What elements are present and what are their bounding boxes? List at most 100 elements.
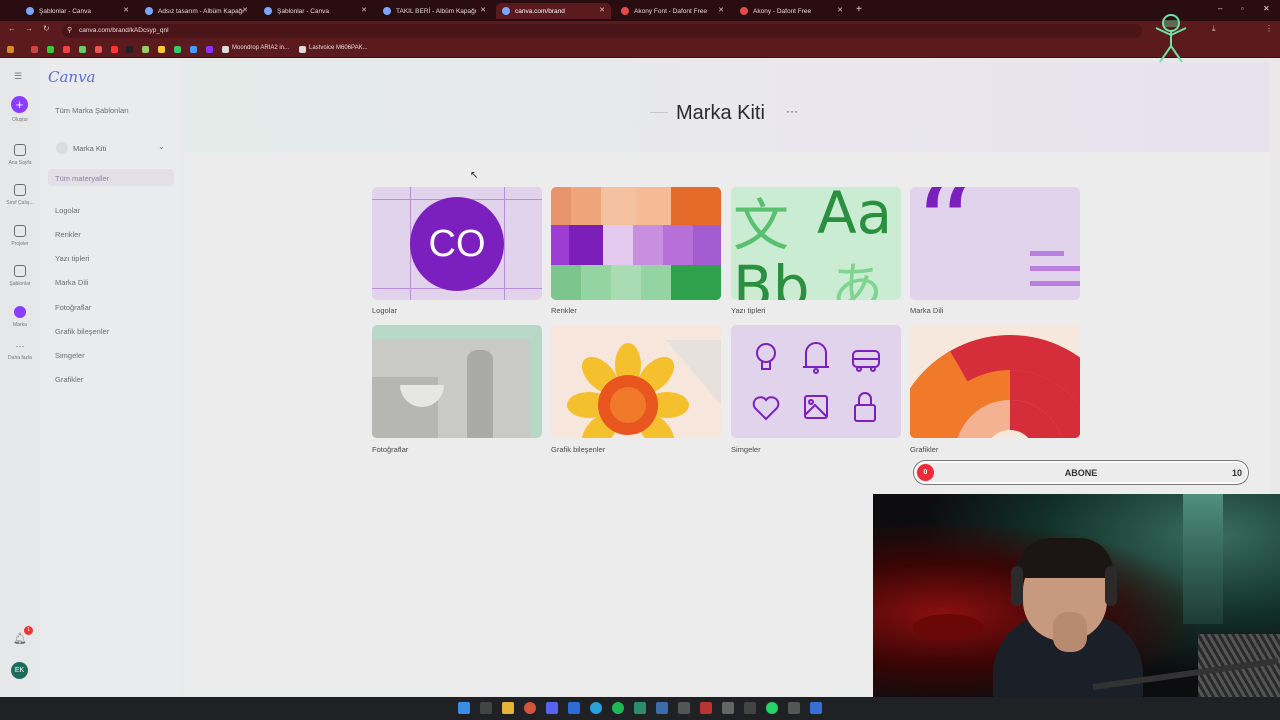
more-options-button[interactable]: ··· [786, 104, 798, 118]
app-icon[interactable] [810, 702, 822, 714]
graduation-cap-icon [14, 184, 26, 196]
card-colors[interactable] [551, 187, 721, 300]
chrome-icon[interactable] [524, 702, 536, 714]
nav-item-photos[interactable]: Fotoğraflar [55, 303, 91, 312]
tab-1[interactable]: Şablonlar - Canva ✕ [20, 3, 135, 19]
bookmark-icon[interactable] [158, 46, 165, 53]
bookmark-icon[interactable] [47, 46, 54, 53]
bookmark-icon[interactable] [142, 46, 149, 53]
tab-6[interactable]: Akony Font - Dafont Free ✕ [615, 3, 730, 19]
app-icon[interactable] [744, 702, 756, 714]
close-icon[interactable]: ✕ [718, 6, 724, 14]
windows-start-icon[interactable] [458, 702, 470, 714]
file-explorer-icon[interactable] [502, 702, 514, 714]
discord-icon[interactable] [546, 702, 558, 714]
card-graphic-elements[interactable] [551, 325, 721, 438]
spotify-icon[interactable] [612, 702, 624, 714]
menu-icon[interactable]: ⋮ [1265, 24, 1273, 33]
card-photos[interactable] [372, 325, 542, 438]
photo-vase [467, 350, 493, 438]
window-close-icon[interactable]: ✕ [1263, 4, 1270, 13]
close-icon[interactable]: ✕ [242, 6, 248, 14]
new-tab-icon[interactable]: + [856, 4, 862, 15]
nav-item-icons[interactable]: Simgeler [55, 351, 85, 360]
close-icon[interactable]: ✕ [480, 6, 486, 14]
card-icons[interactable] [731, 325, 901, 438]
bookmark-icon[interactable] [206, 46, 213, 53]
search-icon[interactable] [480, 702, 492, 714]
rail-item-projects[interactable]: Projeler [0, 225, 40, 247]
menu-toggle-icon[interactable]: ☰ [14, 71, 22, 82]
download-icon[interactable]: ⤓ [1212, 24, 1216, 34]
nav-item-graphic-elements[interactable]: Grafik bileşenler [55, 327, 109, 336]
nav-item-fonts[interactable]: Yazı tipleri [55, 254, 89, 263]
tab-4[interactable]: TAKIL BERİ - Albüm Kapağı ✕ [377, 3, 492, 19]
notifications-button[interactable]: 🔔︎ 1 [13, 626, 33, 645]
whatsapp-icon[interactable] [766, 702, 778, 714]
apps-icon[interactable] [7, 46, 14, 53]
url-field[interactable]: ⚲ canva.com/brand/kADcsyp_qnl [62, 24, 1142, 38]
notification-badge: 1 [24, 626, 33, 635]
chart-graphic [910, 335, 1080, 438]
card-logos[interactable]: CO [372, 187, 542, 300]
nav-item-brand-voice[interactable]: Marka Dili [55, 278, 88, 287]
app-icon[interactable] [700, 702, 712, 714]
avatar[interactable]: EK [11, 662, 28, 679]
rail-item-brand[interactable]: Marka [0, 306, 40, 328]
nav-item-logos[interactable]: Logolar [55, 206, 80, 215]
site-info-icon[interactable]: ⚲ [67, 26, 72, 34]
tab-3[interactable]: Şablonlar - Canva ✕ [258, 3, 373, 19]
mascot-icon [1155, 14, 1187, 63]
bookmark-icon[interactable] [95, 46, 102, 53]
tab-7[interactable]: Akony - Dafont Free ✕ [734, 3, 849, 19]
card-graphics[interactable] [910, 325, 1080, 438]
reload-icon[interactable]: ↻ [43, 24, 50, 33]
tab-5-active[interactable]: canva.com/brand ✕ [496, 3, 611, 19]
logo-circle: CO [410, 197, 504, 291]
brand-kit-select[interactable]: Marka Kiti ⌄ [48, 138, 172, 159]
bookmark-icon[interactable] [190, 46, 197, 53]
plus-icon: + [11, 96, 28, 113]
card-brand-voice[interactable]: “ [910, 187, 1080, 300]
nav-item-graphics[interactable]: Grafikler [55, 375, 83, 384]
bookmark-icon[interactable] [31, 46, 38, 53]
canva-logo[interactable]: Canva [48, 68, 96, 86]
app-icon[interactable] [788, 702, 800, 714]
bookmark-moondrop[interactable]: Moondrop ARIA2 in... [232, 45, 289, 51]
tab-2[interactable]: Adsız tasarım - Albüm Kapağı ✕ [139, 3, 254, 19]
close-icon[interactable]: ✕ [837, 6, 843, 14]
app-icon[interactable] [634, 702, 646, 714]
rail-item-home[interactable]: Ana Sayfa [0, 144, 40, 166]
steam-icon[interactable] [656, 702, 668, 714]
nav-item-all-materials[interactable]: Tüm materyaller [48, 169, 174, 186]
bookmark-icon[interactable] [79, 46, 86, 53]
forward-icon[interactable]: → [25, 24, 33, 33]
app-icon[interactable] [568, 702, 580, 714]
font-glyph: Aa [817, 187, 893, 247]
all-brand-templates-link[interactable]: Tüm Marka Şablonları [55, 106, 129, 115]
settings-icon[interactable] [722, 702, 734, 714]
minimize-icon[interactable]: – [1218, 4, 1222, 13]
app-icon[interactable] [678, 702, 690, 714]
grid-line [504, 187, 505, 300]
bookmark-icon[interactable] [222, 46, 229, 53]
tab-title: canva.com/brand [515, 7, 565, 15]
youtube-icon[interactable] [111, 46, 118, 53]
bookmark-icon[interactable] [299, 46, 306, 53]
rail-item-templates[interactable]: Şablonlar [0, 265, 40, 287]
more-icon: ··· [15, 341, 25, 351]
card-fonts[interactable]: 文 Aa Bb あ [731, 187, 901, 300]
close-icon[interactable]: ✕ [599, 6, 605, 14]
x-icon[interactable] [126, 46, 133, 53]
telegram-icon[interactable] [590, 702, 602, 714]
close-icon[interactable]: ✕ [361, 6, 367, 14]
back-icon[interactable]: ← [8, 24, 16, 33]
bookmark-icon[interactable] [174, 46, 181, 53]
kit-avatar-icon [56, 142, 68, 154]
maximize-icon[interactable]: ▫ [1241, 4, 1244, 13]
bookmark-icon[interactable] [63, 46, 70, 53]
bookmark-lastvoice[interactable]: Lastvoice M606PAK... [309, 45, 368, 51]
close-icon[interactable]: ✕ [123, 6, 129, 14]
rail-item-class[interactable]: Sınıf Çalış... [0, 184, 40, 206]
nav-item-colors[interactable]: Renkler [55, 230, 81, 239]
